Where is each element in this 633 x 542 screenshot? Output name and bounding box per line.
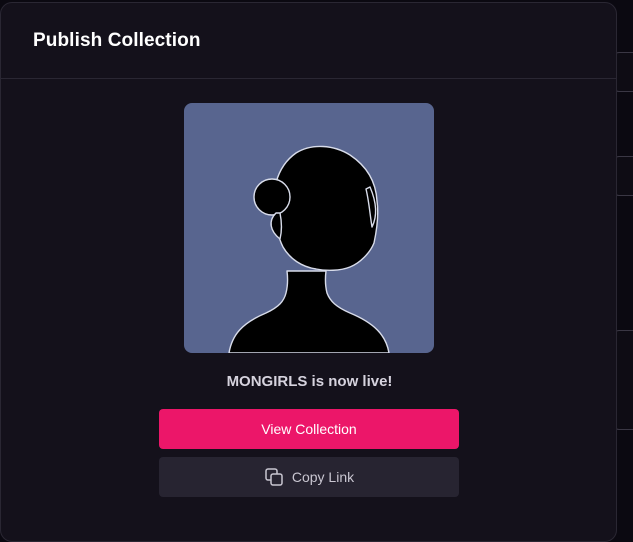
copy-link-label: Copy Link xyxy=(292,469,354,485)
modal-header: Publish Collection xyxy=(1,3,616,79)
person-silhouette-icon xyxy=(184,103,434,353)
copy-link-button[interactable]: Copy Link xyxy=(159,457,459,497)
publish-status-message: MONGIRLS is now live! xyxy=(1,373,617,390)
view-collection-button[interactable]: View Collection xyxy=(159,409,459,449)
copy-icon xyxy=(264,467,284,487)
modal-title: Publish Collection xyxy=(33,30,201,52)
collection-avatar xyxy=(184,103,434,353)
publish-collection-modal: Publish Collection MONGIRLS is now live!… xyxy=(0,2,617,542)
